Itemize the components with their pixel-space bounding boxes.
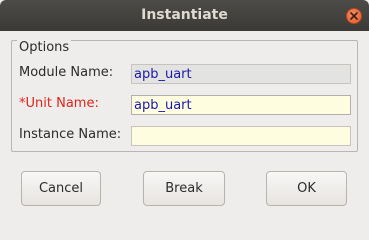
instance-name-label: Instance Name: [19,127,122,142]
close-button[interactable] [346,8,362,24]
cancel-button[interactable]: Cancel [21,171,101,206]
module-name-label: Module Name: [19,65,114,80]
instance-name-field[interactable] [131,126,351,146]
window-title: Instantiate [141,7,228,23]
close-icon [350,12,358,20]
unit-name-field[interactable] [131,95,351,115]
ok-button[interactable]: OK [266,171,347,206]
title-bar: Instantiate [0,0,369,31]
break-button[interactable]: Break [143,171,225,206]
options-legend: Options [17,40,72,55]
module-name-field[interactable] [131,64,351,84]
unit-name-label: *Unit Name: [19,96,99,111]
